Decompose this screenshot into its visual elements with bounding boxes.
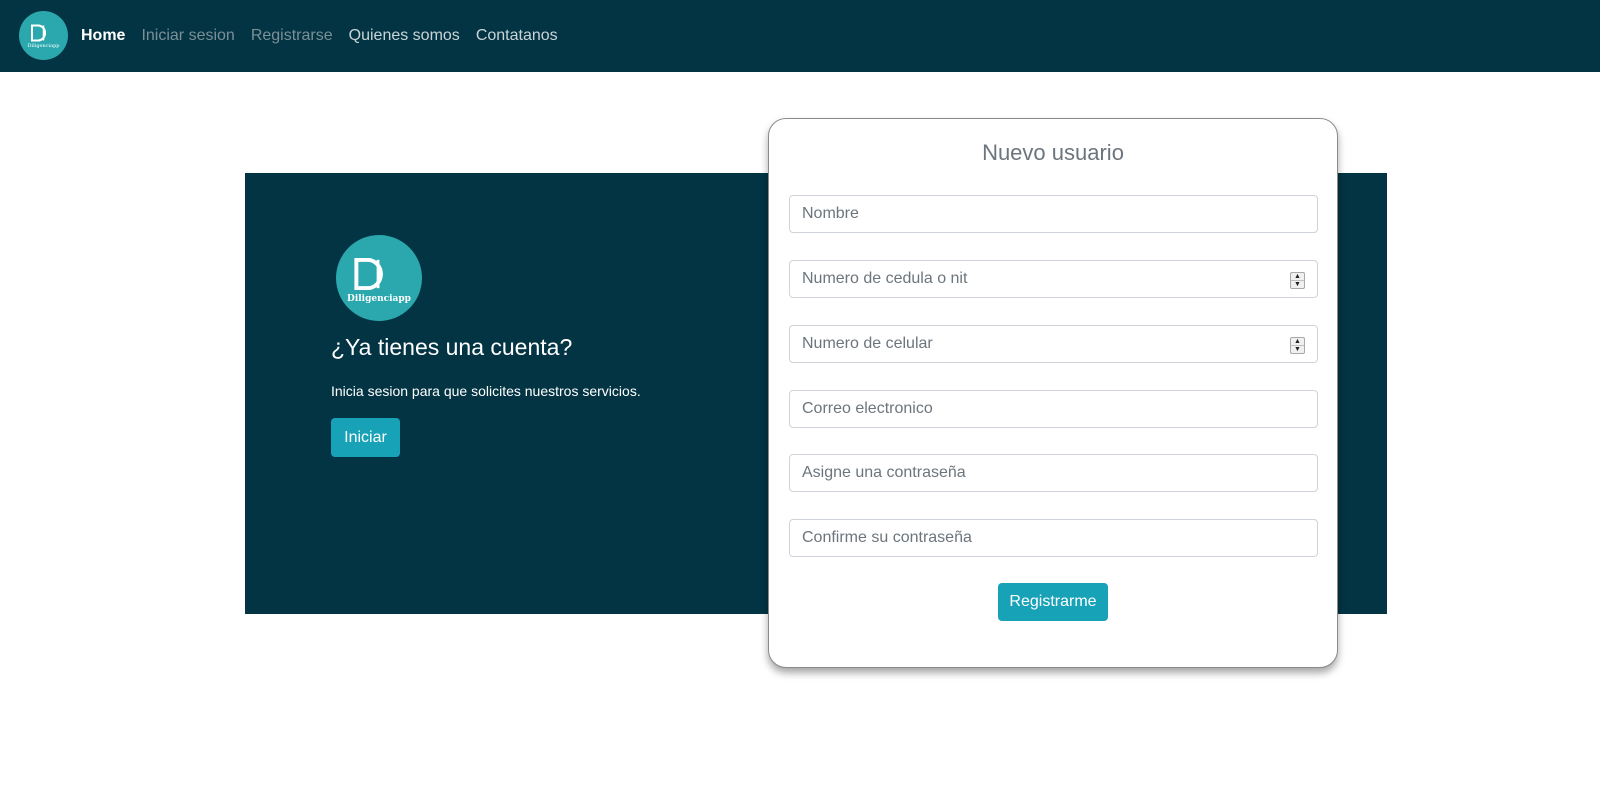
name-input[interactable]: Nombre	[789, 195, 1318, 233]
nav-link-register[interactable]: Registrarse	[251, 27, 333, 45]
spinner-up-icon[interactable]: ▲	[1291, 273, 1304, 280]
nav-link-home[interactable]: Home	[81, 27, 125, 45]
navbar: Diligenciapp Home Iniciar sesion Registr…	[0, 0, 1600, 72]
phone-placeholder: Numero de celular	[802, 335, 933, 352]
panel-logo: Diligenciapp	[336, 235, 422, 321]
register-submit-button[interactable]: Registrarme	[998, 583, 1108, 621]
nav-links: Home Iniciar sesion Registrarse Quienes …	[81, 0, 574, 72]
brand-logo-text: Diligenciapp	[27, 43, 60, 49]
logo-dd-icon	[30, 24, 46, 42]
email-placeholder: Correo electronico	[802, 400, 933, 417]
password-placeholder: Asigne una contraseña	[802, 464, 966, 481]
spinner-up-icon[interactable]: ▲	[1291, 338, 1304, 345]
id-number-spinner[interactable]: ▲ ▼	[1290, 272, 1305, 289]
id-number-placeholder: Numero de cedula o nit	[802, 270, 968, 287]
form-title: Nuevo usuario	[982, 140, 1124, 165]
register-form-card: Nuevo usuario Nombre Numero de cedula o …	[768, 118, 1338, 668]
phone-spinner[interactable]: ▲ ▼	[1290, 337, 1305, 354]
nav-link-about[interactable]: Quienes somos	[349, 27, 460, 45]
nav-link-contact[interactable]: Contatanos	[476, 27, 558, 45]
phone-input[interactable]: Numero de celular ▲ ▼	[789, 325, 1318, 363]
login-button[interactable]: Iniciar	[331, 418, 400, 457]
logo-dd-icon	[354, 257, 383, 290]
account-description: Inicia sesion para que solicites nuestro…	[331, 383, 641, 399]
email-input[interactable]: Correo electronico	[789, 390, 1318, 428]
confirm-password-input[interactable]: Confirme su contraseña	[789, 519, 1318, 557]
spinner-down-icon[interactable]: ▼	[1291, 280, 1304, 288]
password-input[interactable]: Asigne una contraseña	[789, 454, 1318, 492]
spinner-down-icon[interactable]: ▼	[1291, 345, 1304, 353]
brand-logo[interactable]: Diligenciapp	[19, 11, 68, 60]
nav-link-login[interactable]: Iniciar sesion	[141, 27, 234, 45]
confirm-password-placeholder: Confirme su contraseña	[802, 529, 972, 546]
name-placeholder: Nombre	[802, 205, 859, 222]
id-number-input[interactable]: Numero de cedula o nit ▲ ▼	[789, 260, 1318, 298]
account-heading: ¿Ya tienes una cuenta?	[331, 334, 573, 360]
panel-logo-text: Diligenciapp	[347, 293, 411, 304]
